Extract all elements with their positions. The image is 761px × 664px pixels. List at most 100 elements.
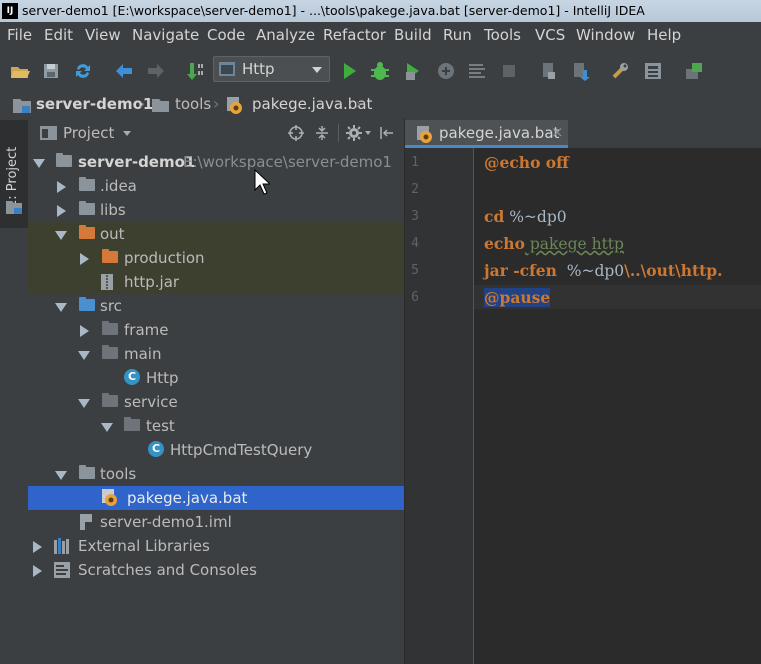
chevron-right-icon[interactable] (80, 325, 89, 337)
breadcrumb-item-tools[interactable]: tools (175, 95, 211, 113)
project-view-selector[interactable]: Project (63, 124, 114, 142)
tree-node-httpcmdtestquery[interactable]: C HttpCmdTestQuery (28, 438, 404, 462)
vcs-update-icon[interactable] (683, 60, 705, 82)
tree-node-label: Http (146, 369, 179, 387)
package-icon (102, 345, 118, 359)
tree-node-src[interactable]: src (28, 294, 404, 318)
tree-node-frame[interactable]: frame (28, 318, 404, 342)
main-toolbar (0, 48, 761, 92)
menu-window[interactable]: Window (576, 26, 635, 44)
debug-icon[interactable] (369, 60, 391, 82)
run-with-coverage-icon[interactable] (402, 60, 424, 82)
save-icon[interactable] (40, 60, 62, 82)
code-keyword-highlighted: @pause (484, 288, 551, 307)
back-arrow-icon[interactable] (113, 60, 135, 82)
open-folder-icon[interactable] (9, 60, 31, 82)
chevron-down-icon[interactable] (365, 131, 371, 135)
build-project-icon[interactable] (184, 60, 206, 82)
run-configuration-dropdown[interactable]: Http (213, 56, 330, 82)
excluded-folder-icon (102, 249, 118, 263)
chevron-down-icon[interactable] (101, 423, 113, 432)
tree-node-scratches[interactable]: Scratches and Consoles (28, 558, 404, 582)
profile-icon[interactable] (435, 60, 457, 82)
tree-node-production[interactable]: production (28, 246, 404, 270)
stop-icon[interactable] (498, 60, 520, 82)
settings-wrench-icon[interactable] (610, 60, 632, 82)
close-icon[interactable]: × (551, 123, 564, 141)
chevron-right-icon[interactable] (33, 541, 42, 553)
tree-node-test[interactable]: test (28, 414, 404, 438)
tree-node-label: out (100, 225, 125, 243)
java-class-icon: C (148, 441, 164, 457)
chevron-down-icon[interactable] (33, 159, 45, 168)
editor-tab-pakege-bat[interactable]: pakege.java.bat × (405, 120, 568, 148)
tree-node-tools[interactable]: tools (28, 462, 404, 486)
hide-panel-icon[interactable] (379, 125, 395, 141)
run-dashboard-icon[interactable] (466, 60, 488, 82)
tree-node-pakege-bat[interactable]: pakege.java.bat (28, 486, 404, 510)
menu-file[interactable]: File (7, 26, 32, 44)
chevron-right-icon[interactable] (57, 181, 66, 193)
chevron-down-icon[interactable] (123, 131, 131, 136)
tree-node-label: Scratches and Consoles (78, 561, 257, 579)
chevron-right-icon[interactable] (80, 253, 89, 265)
tree-node-label: service (124, 393, 178, 411)
breadcrumb-item-project[interactable]: server-demo1 (36, 95, 153, 113)
menu-edit[interactable]: Edit (44, 26, 73, 44)
project-structure-dialog-icon[interactable] (642, 60, 664, 82)
menu-vcs[interactable]: VCS (535, 26, 565, 44)
menu-view[interactable]: View (85, 26, 121, 44)
scratches-icon (54, 562, 70, 578)
run-icon[interactable] (338, 60, 360, 82)
tree-node-external-libraries[interactable]: External Libraries (28, 534, 404, 558)
project-tool-window-tab[interactable]: 1: Project (0, 120, 28, 228)
chevron-down-icon[interactable] (55, 231, 67, 240)
module-file-icon (80, 514, 94, 530)
excluded-folder-icon (79, 225, 95, 239)
window-title: server-demo1 [E:\workspace\server-demo1]… (22, 3, 645, 18)
tree-node-http-jar[interactable]: http.jar (28, 270, 404, 294)
menu-build[interactable]: Build (394, 26, 432, 44)
chevron-down-icon[interactable] (55, 303, 67, 312)
tree-node-iml[interactable]: server-demo1.iml (28, 510, 404, 534)
sdk-download-icon[interactable] (570, 60, 592, 82)
bat-file-gear-icon (417, 126, 432, 143)
line-number: 2 (411, 182, 419, 197)
menu-help[interactable]: Help (647, 26, 681, 44)
gear-icon[interactable] (346, 125, 362, 141)
menu-code[interactable]: Code (207, 26, 245, 44)
tree-node-label: .idea (100, 177, 137, 195)
code-line: echo pakege http (484, 234, 624, 253)
tree-node-out[interactable]: out (28, 222, 404, 246)
menu-run[interactable]: Run (443, 26, 472, 44)
tree-node-libs[interactable]: libs (28, 198, 404, 222)
synchronize-icon[interactable] (72, 60, 94, 82)
project-structure-icon[interactable] (538, 60, 560, 82)
menu-navigate[interactable]: Navigate (132, 26, 199, 44)
tree-node-service[interactable]: service (28, 390, 404, 414)
bat-file-gear-icon (102, 489, 117, 506)
chevron-down-icon[interactable] (78, 351, 90, 360)
chevron-down-icon[interactable] (55, 471, 67, 480)
project-view-icon (40, 126, 57, 140)
menu-refactor[interactable]: Refactor (323, 26, 386, 44)
project-tab-icon (6, 201, 22, 214)
chevron-down-icon[interactable] (78, 399, 90, 408)
package-icon (102, 321, 118, 335)
locate-file-icon[interactable] (288, 125, 304, 141)
menu-analyze[interactable]: Analyze (256, 26, 315, 44)
code-keyword: echo (484, 234, 525, 253)
tree-node-idea[interactable]: .idea (28, 174, 404, 198)
chevron-right-icon[interactable] (57, 205, 66, 217)
collapse-all-icon[interactable] (314, 125, 330, 141)
code-line: cd %~dp0 (484, 207, 567, 226)
tree-node-http-class[interactable]: C Http (28, 366, 404, 390)
chevron-right-icon[interactable] (33, 565, 42, 577)
jar-archive-icon (101, 274, 113, 290)
menu-tools[interactable]: Tools (484, 26, 521, 44)
forward-arrow-icon[interactable] (145, 60, 167, 82)
tree-node-label: frame (124, 321, 169, 339)
project-panel-header: Project (28, 118, 404, 148)
tree-node-project-root[interactable]: server-demo1 E:\workspace\server-demo1 (28, 150, 404, 174)
tree-node-main[interactable]: main (28, 342, 404, 366)
